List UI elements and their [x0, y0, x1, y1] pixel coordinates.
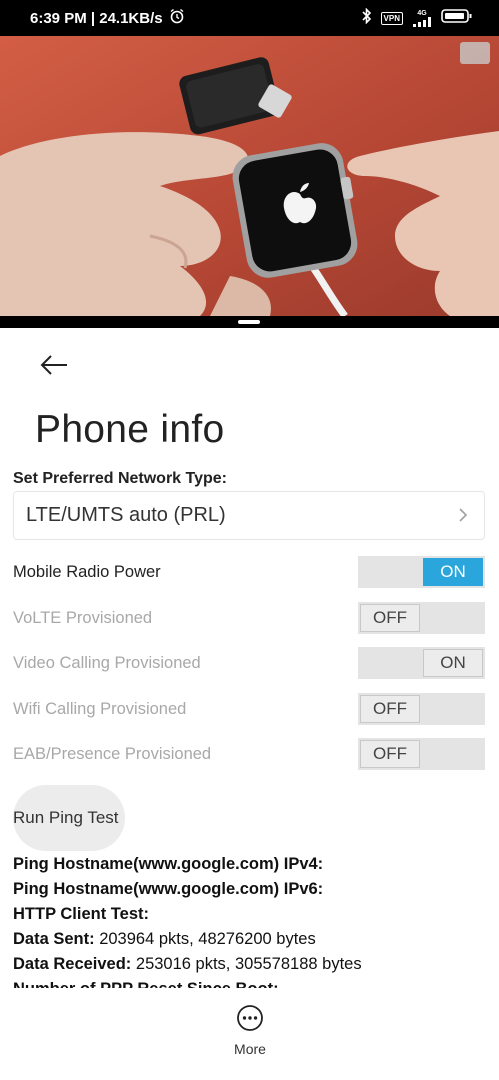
back-arrow-icon[interactable]: [38, 350, 70, 380]
toggle-state: ON: [423, 649, 483, 677]
network-type-label: Set Preferred Network Type:: [13, 470, 227, 487]
more-label: More: [234, 1041, 266, 1057]
toggle-state: OFF: [360, 695, 420, 723]
connectivity-info: Ping Hostname(www.google.com) IPv4: Ping…: [13, 852, 493, 988]
status-bar: 6:39 PM | 24.1KB/s VPN 4G: [0, 0, 499, 36]
phone-info-scroll-area[interactable]: Set Preferred Network Type: LTE/UMTS aut…: [0, 468, 499, 988]
wifi-calling-provisioned-toggle[interactable]: OFF: [358, 693, 485, 725]
info-label: Data Received:: [13, 955, 132, 973]
toggle-label: Mobile Radio Power: [13, 562, 161, 581]
status-right: VPN 4G: [361, 7, 473, 28]
info-label: Data Sent:: [13, 930, 95, 948]
video-calling-provisioned-toggle[interactable]: ON: [358, 647, 485, 679]
toggle-row-wifi-calling: Wifi Calling Provisioned OFF: [13, 693, 485, 725]
toggle-label: VoLTE Provisioned: [13, 608, 153, 627]
info-line: HTTP Client Test:: [13, 902, 493, 927]
toggle-label: Video Calling Provisioned: [13, 653, 201, 672]
info-line: Ping Hostname(www.google.com) IPv4:: [13, 852, 493, 877]
network-type-value: LTE/UMTS auto (PRL): [26, 504, 226, 526]
volte-provisioned-toggle[interactable]: OFF: [358, 602, 485, 634]
split-screen-handle[interactable]: [238, 320, 260, 324]
eab-presence-provisioned-toggle[interactable]: OFF: [358, 738, 485, 770]
chevron-right-icon: [458, 503, 468, 529]
toggle-row-eab-presence: EAB/Presence Provisioned OFF: [13, 738, 485, 770]
toggle-row-volte: VoLTE Provisioned OFF: [13, 602, 485, 634]
vpn-badge: VPN: [380, 11, 403, 25]
toggle-state: ON: [423, 558, 483, 586]
phone-screen: 6:39 PM | 24.1KB/s VPN 4G Phone info Set…: [0, 0, 499, 1080]
info-line: Number of PPP Reset Since Boot:: [13, 977, 493, 988]
info-line: Data Sent: 203964 pkts, 48276200 bytes: [13, 927, 493, 952]
battery-icon: [441, 8, 473, 28]
alarm-icon: [169, 8, 185, 28]
toggle-label: EAB/Presence Provisioned: [13, 744, 212, 763]
more-icon: [236, 1004, 264, 1037]
status-left: 6:39 PM | 24.1KB/s: [30, 8, 185, 28]
toggle-row-video-calling: Video Calling Provisioned ON: [13, 647, 485, 679]
run-ping-test-label: Run Ping Test: [13, 808, 119, 827]
info-label: Number of PPP Reset Since Boot:: [13, 980, 279, 988]
toggle-row-mobile-radio-power: Mobile Radio Power ON: [13, 556, 485, 588]
info-line: Data Received: 253016 pkts, 305578188 by…: [13, 952, 493, 977]
info-label: Ping Hostname(www.google.com) IPv6:: [13, 880, 324, 898]
more-button[interactable]: More: [219, 1004, 281, 1060]
toggle-state: OFF: [360, 604, 420, 632]
toggle-label: Wifi Calling Provisioned: [13, 699, 187, 718]
signal-icon: 4G: [411, 10, 433, 27]
info-value: 203964 pkts, 48276200 bytes: [94, 930, 316, 948]
video-player[interactable]: [0, 36, 499, 316]
video-frame: [0, 36, 499, 316]
toggle-state: OFF: [360, 740, 420, 768]
status-time-speed: 6:39 PM | 24.1KB/s: [30, 9, 163, 27]
info-label: Ping Hostname(www.google.com) IPv4:: [13, 855, 324, 873]
bottom-bar: More: [0, 988, 499, 1080]
info-label: HTTP Client Test:: [13, 905, 149, 923]
info-value: 253016 pkts, 305578188 bytes: [131, 955, 362, 973]
page-title: Phone info: [35, 408, 225, 451]
run-ping-test-button[interactable]: Run Ping Test: [13, 785, 125, 851]
info-line: Ping Hostname(www.google.com) IPv6:: [13, 877, 493, 902]
mobile-radio-power-toggle[interactable]: ON: [358, 556, 485, 588]
network-type-dropdown[interactable]: LTE/UMTS auto (PRL): [13, 491, 485, 540]
network-gen-label: 4G: [417, 9, 427, 17]
bluetooth-icon: [361, 7, 373, 28]
